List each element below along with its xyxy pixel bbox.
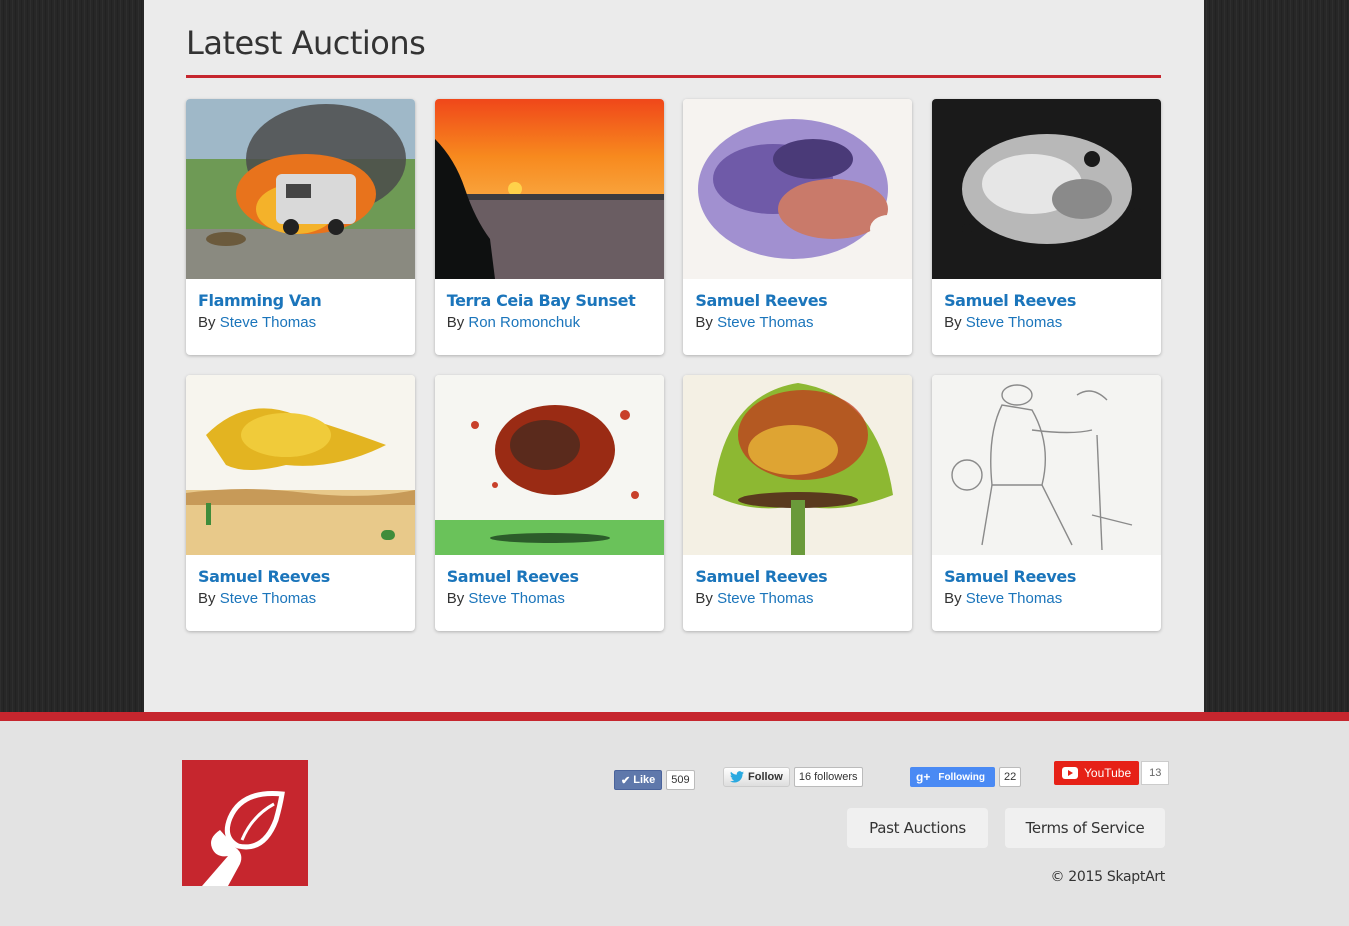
google-plus-follow-button[interactable]: g+ Following — [910, 767, 995, 787]
google-plus-widget: g+ Following 22 — [910, 764, 1022, 790]
brush-leaf-icon — [202, 791, 285, 886]
artist-link[interactable]: Ron Romonchuk — [468, 314, 580, 331]
auction-card[interactable]: Samuel Reeves By Steve Thomas — [932, 375, 1162, 631]
skaptart-logo[interactable] — [182, 760, 308, 886]
by-label: By — [198, 590, 216, 607]
twitter-follower-count: 16 followers — [793, 767, 863, 787]
facebook-like-count: 509 — [666, 770, 695, 790]
auction-byline: By Steve Thomas — [447, 589, 652, 609]
section-title: Latest Auctions — [186, 24, 426, 62]
auction-byline: By Steve Thomas — [695, 313, 900, 333]
twitter-follow-widget: Follow 16 followers — [723, 764, 863, 790]
auction-image-red-splatter[interactable] — [434, 375, 664, 555]
youtube-subscribe-widget: YouTube 13 — [1054, 760, 1170, 786]
google-plus-icon: g+ — [916, 770, 931, 784]
auction-image-burning-van[interactable] — [186, 99, 415, 279]
past-auctions-button[interactable]: Past Auctions — [847, 808, 988, 848]
facebook-like-widget: ✔ Like 509 — [614, 767, 695, 793]
auction-title-link[interactable]: Samuel Reeves — [447, 567, 652, 587]
by-label: By — [944, 314, 962, 331]
auction-card[interactable]: Samuel Reeves By Steve Thomas — [434, 375, 664, 631]
auction-title-link[interactable]: Samuel Reeves — [695, 567, 900, 587]
auction-image-pencil-sketch[interactable] — [932, 375, 1162, 555]
title-divider — [186, 75, 1161, 78]
by-label: By — [695, 590, 713, 607]
auction-byline: By Ron Romonchuk — [447, 313, 652, 333]
youtube-label: YouTube — [1084, 766, 1132, 780]
artist-link[interactable]: Steve Thomas — [468, 590, 564, 607]
auction-title-link[interactable]: Samuel Reeves — [198, 567, 403, 587]
main-content-panel: Latest Auctions Flamming Van By Steve Th… — [144, 0, 1204, 712]
auction-card[interactable]: Terra Ceia Bay Sunset By Ron Romonchuk — [434, 99, 664, 355]
auction-image-purple-cloud[interactable] — [683, 99, 913, 279]
footer: ✔ Like 509 Follow 16 followers g+ Follow… — [0, 721, 1349, 926]
artist-link[interactable]: Steve Thomas — [220, 314, 316, 331]
auction-byline: By Steve Thomas — [944, 589, 1149, 609]
youtube-play-icon — [1062, 767, 1078, 779]
auction-grid: Flamming Van By Steve Thomas Terra Ceia … — [186, 99, 1162, 631]
auction-title-link[interactable]: Flamming Van — [198, 291, 403, 311]
auction-title-link[interactable]: Samuel Reeves — [944, 291, 1149, 311]
youtube-subscriber-count: 13 — [1141, 761, 1170, 785]
by-label: By — [446, 590, 465, 607]
check-icon: ✔ — [621, 774, 631, 787]
google-plus-count: 22 — [999, 767, 1022, 787]
auction-card[interactable]: Samuel Reeves By Steve Thomas — [683, 99, 913, 355]
by-label: By — [446, 314, 465, 331]
auction-image-yellow-desert[interactable] — [186, 375, 415, 555]
auction-title-link[interactable]: Terra Ceia Bay Sunset — [447, 291, 652, 311]
auction-card[interactable]: Samuel Reeves By Steve Thomas — [683, 375, 913, 631]
artist-link[interactable]: Steve Thomas — [220, 590, 316, 607]
footer-accent-bar — [0, 712, 1349, 721]
auction-image-sunset[interactable] — [434, 99, 664, 279]
by-label: By — [695, 314, 713, 331]
twitter-bird-icon — [730, 771, 744, 783]
auction-byline: By Steve Thomas — [695, 589, 900, 609]
auction-byline: By Steve Thomas — [944, 313, 1149, 333]
artist-link[interactable]: Steve Thomas — [717, 314, 813, 331]
auction-title-link[interactable]: Samuel Reeves — [944, 567, 1149, 587]
auction-byline: By Steve Thomas — [198, 589, 403, 609]
youtube-subscribe-button[interactable]: YouTube — [1054, 761, 1140, 785]
twitter-follow-label: Follow — [748, 771, 783, 783]
copyright-text: © 2015 SkaptArt — [1050, 869, 1165, 885]
by-label: By — [944, 590, 962, 607]
google-plus-label: Following — [938, 771, 985, 783]
auction-card[interactable]: Samuel Reeves By Steve Thomas — [186, 375, 415, 631]
artist-link[interactable]: Steve Thomas — [717, 590, 813, 607]
auction-card[interactable]: Samuel Reeves By Steve Thomas — [932, 99, 1162, 355]
auction-image-tree[interactable] — [683, 375, 913, 555]
auction-image-black-cloud[interactable] — [932, 99, 1162, 279]
terms-of-service-button[interactable]: Terms of Service — [1005, 808, 1165, 848]
artist-link[interactable]: Steve Thomas — [966, 590, 1062, 607]
auction-card[interactable]: Flamming Van By Steve Thomas — [186, 99, 415, 355]
facebook-like-button[interactable]: ✔ Like — [614, 770, 663, 790]
facebook-like-label: Like — [633, 774, 656, 786]
by-label: By — [198, 314, 216, 331]
artist-link[interactable]: Steve Thomas — [966, 314, 1062, 331]
twitter-follow-button[interactable]: Follow — [723, 767, 790, 787]
auction-title-link[interactable]: Samuel Reeves — [695, 291, 900, 311]
auction-byline: By Steve Thomas — [198, 313, 403, 333]
